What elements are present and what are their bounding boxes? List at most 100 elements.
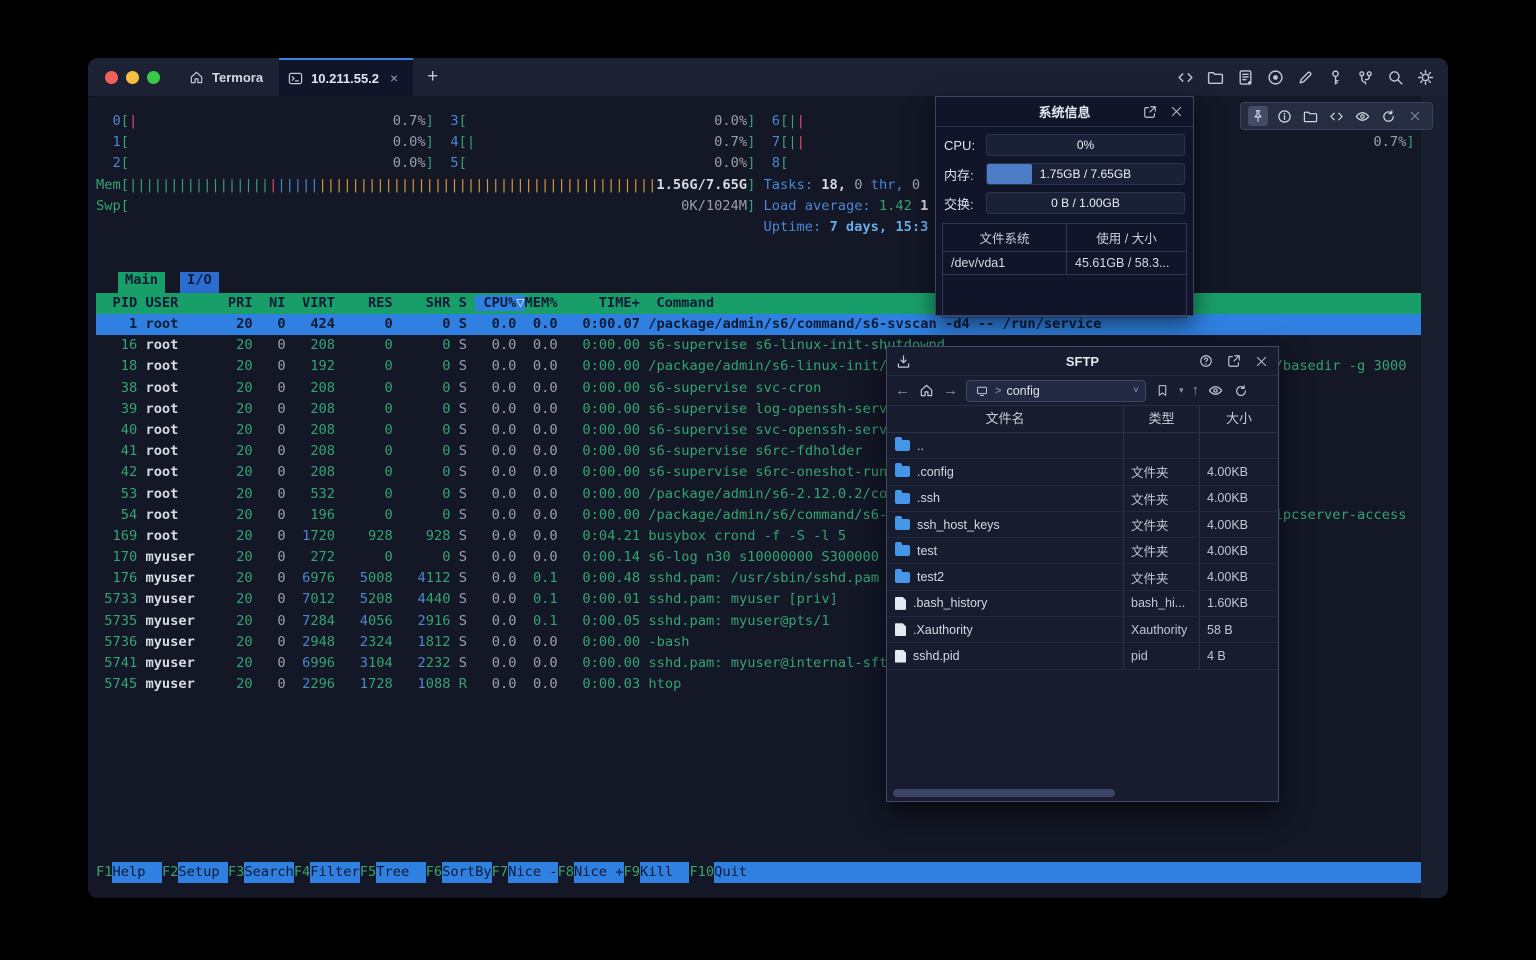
close-panel-icon[interactable] [1168, 103, 1185, 120]
tab-terminal-session[interactable]: 10.211.55.2 × [279, 58, 413, 96]
file-name: .Xauthority [913, 623, 973, 637]
refresh-icon[interactable] [1232, 382, 1249, 399]
process-row[interactable]: 1 root 20 0 424 0 0 S 0.0 0.0 0:00.07 /p… [96, 314, 1421, 335]
file-icon [895, 650, 906, 663]
filesystem-row[interactable]: /dev/vda1 45.61GB / 58.3... [943, 252, 1186, 275]
log-document-icon[interactable] [1237, 69, 1254, 86]
col-type[interactable]: 类型 [1123, 406, 1199, 432]
horizontal-scrollbar[interactable] [893, 789, 1115, 797]
file-type: 文件夹 [1123, 564, 1199, 589]
fkey-f8[interactable]: F8 [558, 862, 574, 883]
file-row[interactable]: .ssh文件夹4.00KB [887, 486, 1278, 512]
sftp-home-icon[interactable] [918, 382, 935, 399]
fkey-label-kill[interactable]: Kill [640, 862, 689, 883]
fkey-label-quit[interactable]: Quit [714, 862, 763, 883]
breadcrumb-caret-icon[interactable]: ˅ [1133, 385, 1139, 396]
file-row[interactable]: ssh_host_keys文件夹4.00KB [887, 512, 1278, 538]
folder-toolbar-icon[interactable] [1207, 69, 1224, 86]
fkey-label-nice-[interactable]: Nice - [508, 862, 557, 883]
memory-usage-row: 内存: 1.75GB / 7.65GB [944, 163, 1185, 185]
fs-col-usage: 使用 / 大小 [1066, 224, 1186, 252]
close-window-button[interactable] [105, 71, 118, 84]
pin-icon[interactable] [1248, 106, 1268, 126]
file-name: .. [917, 439, 924, 453]
code-panel-icon[interactable] [1326, 106, 1346, 126]
col-filename[interactable]: 文件名 [887, 406, 1123, 432]
forward-icon[interactable]: → [943, 382, 958, 399]
close-toolbar-icon[interactable] [1405, 106, 1425, 126]
file-table-header[interactable]: 文件名 类型 大小 [887, 406, 1278, 433]
tab-home[interactable]: Termora [188, 69, 263, 86]
fkey-f5[interactable]: F5 [360, 862, 376, 883]
htop-tab-io[interactable]: I/O [180, 272, 219, 293]
path-breadcrumb[interactable]: > config ˅ [966, 380, 1146, 402]
file-row[interactable]: sshd.pidpid4 B [887, 643, 1278, 669]
memory-value: 1.75GB / 7.65GB [987, 164, 1184, 184]
fkey-f9[interactable]: F9 [624, 862, 640, 883]
record-icon[interactable] [1267, 69, 1284, 86]
file-type: Xauthority [1123, 617, 1199, 642]
fs-device: /dev/vda1 [943, 252, 1066, 275]
titlebar: Termora 10.211.55.2 × + [88, 58, 1448, 97]
fkey-f10[interactable]: F10 [689, 862, 714, 883]
upload-icon[interactable]: ↑ [1192, 382, 1200, 399]
system-info-header: 系统信息 [936, 97, 1193, 127]
folder-panel-icon[interactable] [1300, 106, 1320, 126]
fkey-f2[interactable]: F2 [162, 862, 178, 883]
col-size[interactable]: 大小 [1199, 406, 1278, 432]
folder-icon [895, 545, 910, 556]
fkey-f6[interactable]: F6 [426, 862, 442, 883]
keychain-icon[interactable] [1357, 69, 1374, 86]
close-tab-icon[interactable]: × [390, 70, 398, 86]
new-tab-button[interactable]: + [427, 66, 438, 88]
file-name: .bash_history [913, 596, 987, 610]
show-hidden-eye-icon[interactable] [1207, 382, 1224, 399]
key-icon[interactable] [1327, 69, 1344, 86]
info-icon[interactable] [1274, 106, 1294, 126]
file-size: 4.00KB [1199, 512, 1278, 537]
fkey-label-search[interactable]: Search [244, 862, 293, 883]
bookmark-dropdown-icon[interactable]: ▾ [1179, 385, 1184, 396]
file-type: 文件夹 [1123, 486, 1199, 511]
htop-tab-main[interactable]: Main [118, 272, 165, 293]
file-list: .. .config文件夹4.00KB.ssh文件夹4.00KBssh_host_… [887, 433, 1278, 670]
fkey-label-help[interactable]: Help [112, 862, 161, 883]
swap-value: 0 B / 1.00GB [987, 193, 1184, 213]
fkey-label-filter[interactable]: Filter [310, 862, 359, 883]
file-row[interactable]: .bash_historybash_hi...1.60KB [887, 591, 1278, 617]
open-sftp-in-window-icon[interactable] [1225, 353, 1242, 370]
fkey-f4[interactable]: F4 [294, 862, 310, 883]
bookmark-icon[interactable] [1154, 382, 1171, 399]
code-icon[interactable] [1177, 69, 1194, 86]
eye-icon[interactable] [1353, 106, 1373, 126]
zoom-window-button[interactable] [147, 71, 160, 84]
fkey-f7[interactable]: F7 [492, 862, 508, 883]
back-icon[interactable]: ← [895, 382, 910, 399]
home-icon [188, 69, 205, 86]
fkey-label-setup[interactable]: Setup [178, 862, 227, 883]
fkey-f3[interactable]: F3 [228, 862, 244, 883]
file-row[interactable]: test文件夹4.00KB [887, 538, 1278, 564]
edit-icon[interactable] [1297, 69, 1314, 86]
sync-icon[interactable] [1379, 106, 1399, 126]
fkey-label-sortby[interactable]: SortBy [442, 862, 491, 883]
file-row[interactable]: .. [887, 433, 1278, 459]
folder-icon [895, 466, 910, 477]
fkey-f1[interactable]: F1 [96, 862, 112, 883]
file-icon [895, 597, 906, 610]
fkey-label-nice-[interactable]: Nice + [574, 862, 623, 883]
search-icon[interactable] [1387, 69, 1404, 86]
file-row[interactable]: test2文件夹4.00KB [887, 564, 1278, 590]
file-row[interactable]: .config文件夹4.00KB [887, 459, 1278, 485]
open-in-window-icon[interactable] [1141, 103, 1158, 120]
file-row[interactable]: .XauthorityXauthority58 B [887, 617, 1278, 643]
swap-usage-row: 交换: 0 B / 1.00GB [944, 192, 1185, 214]
settings-gear-icon[interactable] [1417, 69, 1434, 86]
help-icon[interactable] [1197, 353, 1214, 370]
minimize-window-button[interactable] [126, 71, 139, 84]
terminal-tab-label: 10.211.55.2 [311, 71, 379, 86]
process-table-header[interactable]: PID USER PRI NI VIRT RES SHR S CPU%▽MEM%… [96, 293, 1421, 314]
close-sftp-icon[interactable] [1253, 353, 1270, 370]
file-size [1199, 433, 1278, 458]
fkey-label-tree[interactable]: Tree [376, 862, 425, 883]
